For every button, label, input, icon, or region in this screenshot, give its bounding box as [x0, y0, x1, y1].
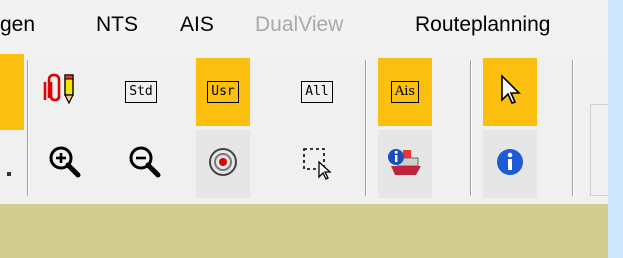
- ais-button[interactable]: Ais: [378, 58, 432, 126]
- status-panel: [0, 204, 608, 258]
- partial-active-button[interactable]: [0, 54, 24, 130]
- menu-item-gen[interactable]: gen: [0, 13, 35, 37]
- ais-info-button[interactable]: [378, 130, 432, 198]
- ship-info-icon: [385, 144, 425, 185]
- pointer-tool-button[interactable]: [483, 58, 537, 126]
- toolbar-overflow-panel: [590, 104, 608, 196]
- info-icon: [494, 146, 526, 183]
- all-layer-label: All: [301, 81, 333, 103]
- all-layer-button[interactable]: All: [290, 58, 344, 126]
- usr-layer-label: Usr: [207, 81, 239, 103]
- toolbar-separator-highlight: [471, 60, 472, 196]
- toolbar-separator-highlight: [366, 60, 367, 196]
- zoom-out-icon: [127, 144, 163, 185]
- target-icon: [206, 145, 240, 184]
- usr-layer-button[interactable]: Usr: [196, 58, 250, 126]
- zoom-in-icon: [47, 144, 83, 185]
- info-button[interactable]: [483, 130, 537, 198]
- toolbar-separator-highlight: [573, 60, 574, 196]
- toolbar-separator-highlight: [28, 60, 29, 196]
- clip-pencil-icon: [39, 72, 83, 113]
- pointer-icon: [495, 73, 525, 112]
- toolbar-grip: [7, 172, 11, 176]
- center-target-button[interactable]: [196, 130, 250, 198]
- ais-label: Ais: [390, 81, 420, 103]
- menu-item-ais[interactable]: AIS: [180, 13, 214, 37]
- menu-item-routeplanning[interactable]: Routeplanning: [415, 13, 550, 37]
- menu-item-dualview: DualView: [255, 13, 344, 36]
- std-layer-label: Std: [125, 81, 157, 103]
- zoom-in-button[interactable]: [38, 130, 92, 198]
- layer-edit-button[interactable]: [34, 58, 88, 126]
- select-area-button[interactable]: [290, 130, 344, 198]
- toolbar: Std Usr All Ais: [0, 54, 608, 204]
- select-rectangle-icon: [299, 144, 335, 185]
- menu-item-nts[interactable]: NTS: [96, 13, 138, 37]
- std-layer-button[interactable]: Std: [114, 58, 168, 126]
- menu-bar: gen NTS AIS DualView Routeplanning: [0, 0, 608, 54]
- zoom-out-button[interactable]: [118, 130, 172, 198]
